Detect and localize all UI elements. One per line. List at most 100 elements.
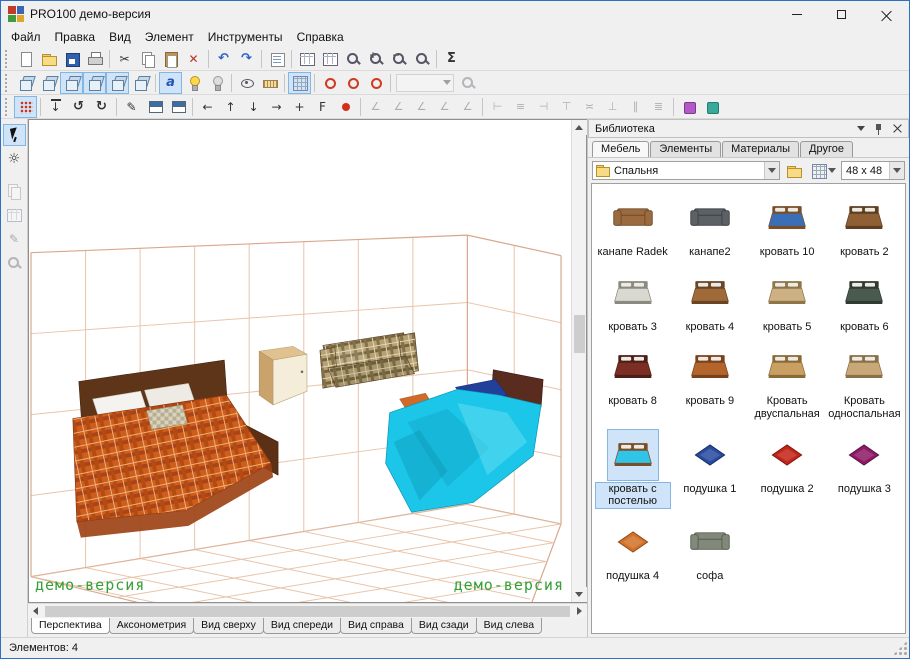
report-button[interactable] <box>295 48 318 70</box>
view-tab[interactable]: Вид сзади <box>410 618 477 634</box>
main-light-button[interactable] <box>182 72 205 94</box>
library-tab[interactable]: Элементы <box>650 141 722 157</box>
vertical-scroll-thumb[interactable] <box>573 315 585 353</box>
library-item[interactable]: кровать 3 <box>594 267 671 334</box>
texture-view-button[interactable] <box>83 71 106 94</box>
thumbnail-size-dropdown[interactable]: 48 x 48 <box>841 161 905 180</box>
library-item[interactable]: Кровать двуспальная <box>749 341 826 420</box>
cut-button[interactable]: ✂ <box>113 48 136 70</box>
close-button[interactable] <box>864 1 909 27</box>
antialias-button[interactable]: a <box>159 71 182 94</box>
undo-button[interactable]: ↶ <box>212 48 235 70</box>
view-tab[interactable]: Вид спереди <box>262 618 341 634</box>
ungroup-button[interactable] <box>166 96 189 118</box>
paste-button[interactable] <box>159 48 182 70</box>
library-item[interactable]: канапе2 <box>671 192 748 259</box>
magnet-a-button[interactable] <box>677 96 700 118</box>
zoom-selection-button[interactable] <box>341 48 364 70</box>
view-mode-button[interactable] <box>808 161 838 181</box>
scroll-up-button[interactable] <box>571 120 587 135</box>
library-item[interactable]: подушка 3 <box>826 429 903 508</box>
library-item[interactable]: подушка 4 <box>594 516 671 583</box>
scene-sofa[interactable] <box>319 332 419 389</box>
view-tab[interactable]: Вид слева <box>475 618 543 634</box>
light-tool-button[interactable]: ☼ <box>3 148 26 170</box>
category-dropdown[interactable]: Спальня <box>592 161 780 180</box>
library-item[interactable]: подушка 2 <box>749 429 826 508</box>
dropdown-arrow[interactable] <box>764 162 779 179</box>
resize-grip[interactable] <box>893 641 907 655</box>
magnet-b-button[interactable] <box>700 96 723 118</box>
menu-item[interactable]: Справка <box>290 28 351 46</box>
scroll-left-button[interactable] <box>28 604 43 619</box>
open-project-button[interactable] <box>37 48 60 70</box>
dropdown-arrow[interactable] <box>889 162 904 179</box>
view-tab[interactable]: Перспектива <box>31 618 110 634</box>
snap-centers-button[interactable] <box>364 72 387 94</box>
edit-element-button[interactable]: ✎ <box>120 96 143 118</box>
3d-viewport[interactable]: демо-версия демо-версия <box>28 119 587 603</box>
library-pin-button[interactable] <box>871 122 887 136</box>
copy-button[interactable] <box>136 48 159 70</box>
calculate-button[interactable]: Σ <box>440 48 463 70</box>
maximize-button[interactable] <box>819 1 864 27</box>
3d-scene[interactable] <box>29 120 571 602</box>
library-tab[interactable]: Материалы <box>722 141 800 157</box>
scroll-right-button[interactable] <box>572 604 587 619</box>
move-center-button[interactable]: + <box>288 96 311 118</box>
library-item[interactable]: канапе Radek <box>594 192 671 259</box>
select-tool-button[interactable] <box>2 124 26 146</box>
vertical-scrollbar[interactable] <box>571 120 587 602</box>
library-item[interactable]: кровать 10 <box>749 192 826 259</box>
toolbar-grip[interactable] <box>5 97 10 116</box>
menu-item[interactable]: Файл <box>4 28 48 46</box>
contour-view-button[interactable] <box>106 71 129 94</box>
new-document-button[interactable] <box>14 48 37 70</box>
snap-grid-button[interactable] <box>14 95 37 118</box>
horizontal-scroll-thumb[interactable] <box>45 605 570 617</box>
move-up-button[interactable]: ↑ <box>219 96 242 118</box>
zoom-out-button[interactable]: − <box>387 48 410 70</box>
horizontal-scrollbar[interactable] <box>28 603 587 618</box>
menu-item[interactable]: Элемент <box>138 28 201 46</box>
library-item[interactable]: подушка 1 <box>671 429 748 508</box>
move-left-button[interactable]: ← <box>196 96 219 118</box>
fit-element-button[interactable]: F <box>311 96 334 118</box>
record-position-button[interactable] <box>334 96 357 118</box>
save-project-button[interactable] <box>60 48 83 70</box>
scene-bed-orange[interactable] <box>72 359 279 538</box>
minimize-button[interactable] <box>774 1 819 27</box>
scene-bed-cyan[interactable] <box>385 369 544 513</box>
library-tab[interactable]: Другое <box>800 141 853 157</box>
library-item[interactable]: кровать 4 <box>671 267 748 334</box>
sketch-view-button[interactable] <box>37 72 60 94</box>
dimensions-button[interactable] <box>258 72 281 94</box>
library-close-button[interactable] <box>889 122 905 136</box>
extra-light-button[interactable] <box>205 72 228 94</box>
folder-up-button[interactable] <box>783 161 805 181</box>
zoom-in-button[interactable]: + <box>364 48 387 70</box>
snap-edges-button[interactable] <box>341 72 364 94</box>
grid-button[interactable] <box>288 71 311 94</box>
price-list-button[interactable] <box>318 48 341 70</box>
move-right-button[interactable]: → <box>265 96 288 118</box>
library-item[interactable]: Кровать односпальная <box>826 341 903 420</box>
rotate-ccw-button[interactable]: ↺ <box>67 96 90 118</box>
library-item[interactable]: кровать 8 <box>594 341 671 420</box>
toolbar-grip[interactable] <box>5 49 10 68</box>
properties-button[interactable] <box>265 48 288 70</box>
redo-button[interactable]: ↷ <box>235 48 258 70</box>
view-tab[interactable]: Аксонометрия <box>108 618 195 634</box>
library-tab[interactable]: Мебель <box>592 141 650 157</box>
library-item[interactable]: кровать 9 <box>671 341 748 420</box>
delete-button[interactable]: ✕ <box>182 48 205 70</box>
menu-item[interactable]: Вид <box>102 28 138 46</box>
snap-points-button[interactable] <box>318 72 341 94</box>
group-button[interactable] <box>143 96 166 118</box>
rotate-cw-button[interactable]: ↻ <box>90 96 113 118</box>
library-item[interactable]: кровать 6 <box>826 267 903 334</box>
view-tab[interactable]: Вид сверху <box>193 618 264 634</box>
zoom-all-button[interactable] <box>410 48 433 70</box>
transparent-view-button[interactable] <box>129 72 152 94</box>
show-hidden-button[interactable] <box>235 72 258 94</box>
